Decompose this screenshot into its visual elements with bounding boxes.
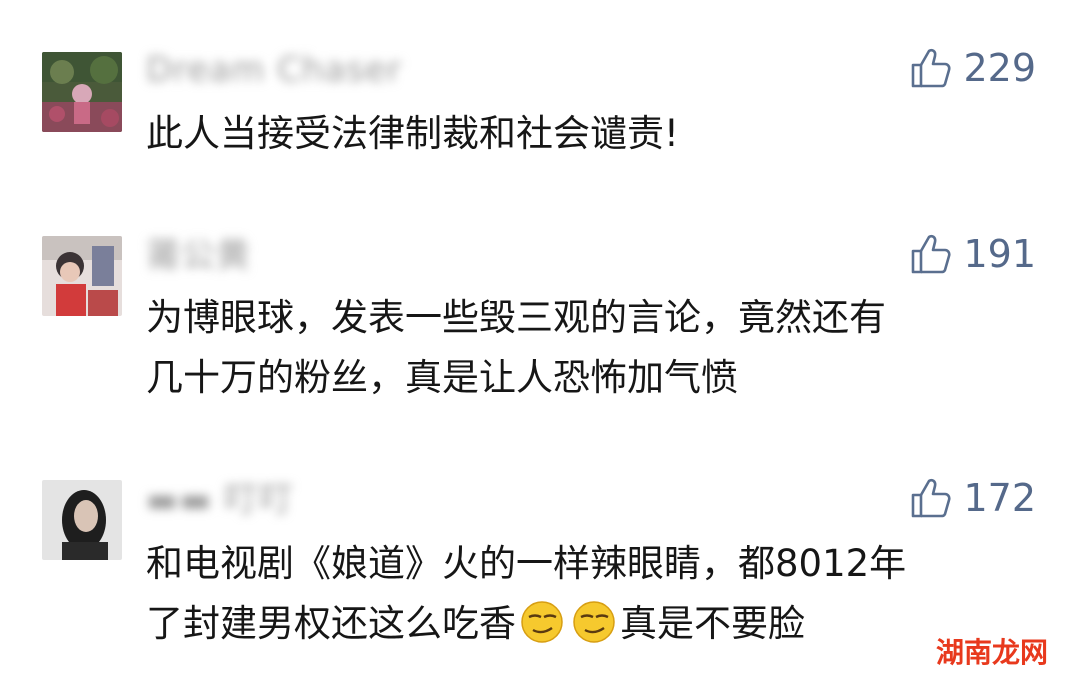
avatar-image bbox=[42, 236, 122, 316]
like-button[interactable]: 172 bbox=[909, 470, 1036, 526]
avatar-image bbox=[42, 480, 122, 560]
comment-line: 为博眼球，发表一些毁三观的言论，竟然还有 bbox=[146, 296, 886, 339]
smirk-emoji-icon bbox=[520, 600, 564, 644]
like-count: 172 bbox=[963, 476, 1036, 520]
avatar[interactable] bbox=[42, 480, 122, 560]
nickname: 莆公黄 bbox=[146, 236, 251, 276]
like-button[interactable]: 191 bbox=[909, 226, 1036, 282]
comment-text: 和电视剧《娘道》火的一样辣眼睛，都8012年 了封建男权还这么吃香 真是不要脸 bbox=[146, 534, 1046, 654]
thumbs-up-icon bbox=[912, 234, 952, 274]
avatar[interactable] bbox=[42, 236, 122, 316]
nickname: ▬▬ 叮叮 bbox=[146, 480, 295, 520]
comment-text: 为博眼球，发表一些毁三观的言论，竟然还有 几十万的粉丝，真是让人恐怖加气愤 bbox=[146, 288, 1046, 408]
comment-line-segment: 了封建男权还这么吃香 bbox=[146, 602, 516, 645]
avatar-image bbox=[42, 52, 122, 132]
watermark-logo: 湖南龙网 bbox=[935, 636, 1048, 669]
comment-line: 此人当接受法律制裁和社会谴责! bbox=[146, 112, 679, 155]
comment-line: 了封建男权还这么吃香 真是不要脸 bbox=[146, 594, 1046, 654]
nickname: Dream Chaser bbox=[146, 50, 402, 90]
avatar[interactable] bbox=[42, 52, 122, 132]
comment-line: 几十万的粉丝，真是让人恐怖加气愤 bbox=[146, 356, 738, 399]
like-count: 191 bbox=[963, 232, 1036, 276]
comment-line-segment: 真是不要脸 bbox=[620, 602, 805, 645]
comment-text: 此人当接受法律制裁和社会谴责! bbox=[146, 104, 1046, 164]
thumbs-up-icon bbox=[912, 48, 952, 88]
like-button[interactable]: 229 bbox=[909, 40, 1036, 96]
thumbs-up-icon bbox=[912, 478, 952, 518]
comment-line: 和电视剧《娘道》火的一样辣眼睛，都8012年 bbox=[146, 542, 907, 585]
smirk-emoji-icon bbox=[572, 600, 616, 644]
like-count: 229 bbox=[963, 46, 1036, 90]
